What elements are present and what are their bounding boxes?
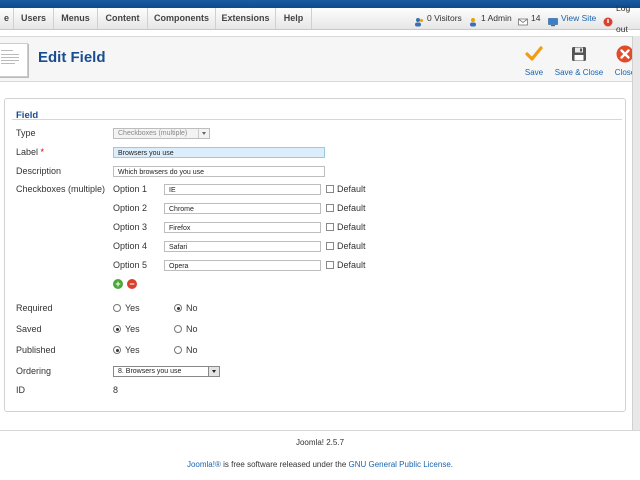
menu-item-users[interactable]: Users: [14, 8, 54, 29]
option-1-default-label: Default: [337, 184, 366, 194]
option-4-default-checkbox[interactable]: [326, 242, 334, 250]
logout-link[interactable]: Log out: [603, 3, 640, 34]
published-no-radio[interactable]: [174, 346, 182, 354]
type-select[interactable]: Checkboxes (multiple): [113, 128, 210, 139]
minus-icon: −: [129, 279, 135, 289]
option-3-input[interactable]: Firefox: [164, 222, 321, 233]
footer-version: Joomla! 2.5.7: [295, 438, 345, 447]
admin-icon: [468, 14, 478, 26]
floppy-disk-icon: [570, 45, 588, 63]
option-5-default-label: Default: [337, 260, 366, 270]
save-label: Save: [524, 68, 544, 77]
saved-label: Saved: [16, 324, 42, 334]
page-toolbar: Edit Field Save Save & Close Close: [0, 36, 640, 82]
page-title: Edit Field: [38, 49, 106, 66]
option-5-label: Option 5: [113, 260, 148, 270]
option-2-default-label: Default: [337, 203, 366, 213]
top-stripe: [0, 0, 640, 8]
type-label: Type: [16, 128, 36, 138]
published-yes-radio[interactable]: [113, 346, 121, 354]
option-3-label: Option 3: [113, 222, 148, 232]
messages-status[interactable]: 14: [518, 8, 540, 29]
remove-option-button[interactable]: −: [127, 279, 137, 289]
menu-item-site[interactable]: e: [0, 8, 14, 29]
footer-license: Joomla!® is free software released under…: [0, 460, 640, 469]
option-2-label: Option 2: [113, 203, 148, 213]
checkmark-icon: [525, 45, 543, 63]
chevron-down-icon: [198, 129, 209, 138]
menu-item-menus[interactable]: Menus: [54, 8, 98, 29]
id-label: ID: [16, 385, 25, 395]
monitor-icon: [548, 14, 558, 26]
ordering-select-value: 8. Browsers you use: [118, 368, 182, 375]
mail-icon: [518, 14, 528, 25]
saved-yes-label: Yes: [125, 324, 140, 334]
save-close-button[interactable]: Save & Close: [554, 41, 604, 81]
option-3-default-label: Default: [337, 222, 366, 232]
ordering-select[interactable]: 8. Browsers you use: [113, 366, 220, 377]
description-label: Description: [16, 166, 62, 176]
messages-count: 14: [531, 13, 541, 23]
visitors-count: 0 Visitors: [427, 13, 462, 23]
legend-divider: [12, 119, 622, 120]
vertical-scrollbar[interactable]: [632, 36, 640, 430]
option-4-input[interactable]: Safari: [164, 241, 321, 252]
required-yes-label: Yes: [125, 303, 140, 313]
id-value: 8: [113, 385, 119, 395]
plus-icon: +: [115, 279, 121, 289]
option-3-default-checkbox[interactable]: [326, 223, 334, 231]
joomla-link[interactable]: Joomla!®: [187, 460, 221, 469]
option-2-input[interactable]: Chrome: [164, 203, 321, 214]
required-label: Required: [16, 303, 53, 313]
visitors-status: 0 Visitors: [414, 8, 462, 29]
option-1-label: Option 1: [113, 184, 148, 194]
logout-label: Log out: [616, 2, 631, 34]
published-yes-label: Yes: [125, 345, 140, 355]
required-yes-radio[interactable]: [113, 304, 121, 312]
save-button[interactable]: Save: [520, 41, 548, 81]
page-header-icon: [0, 43, 28, 77]
option-5-default-checkbox[interactable]: [326, 261, 334, 269]
admins-count: 1 Admin: [481, 13, 512, 23]
license-text: is free software released under the: [220, 460, 349, 469]
published-no-label: No: [186, 345, 198, 355]
option-5-input[interactable]: Opera: [164, 260, 321, 271]
admin-menu-bar: e Users Menus Content Components Extensi…: [0, 3, 640, 34]
ordering-label: Ordering: [16, 366, 52, 376]
required-no-label: No: [186, 303, 198, 313]
label-label: Label *: [16, 147, 44, 157]
add-option-button[interactable]: +: [113, 279, 123, 289]
description-input[interactable]: Which browsers do you use: [113, 166, 325, 177]
view-site-link[interactable]: View Site: [548, 8, 596, 29]
menu-item-content[interactable]: Content: [98, 8, 148, 29]
admins-status: 1 Admin: [468, 8, 512, 29]
field-edit-panel: [4, 98, 626, 412]
saved-yes-radio[interactable]: [113, 325, 121, 333]
footer-divider: [0, 430, 640, 431]
menu-item-help[interactable]: Help: [276, 8, 312, 29]
label-input[interactable]: Browsers you use: [113, 147, 325, 158]
users-icon: [414, 14, 424, 26]
saved-no-radio[interactable]: [174, 325, 182, 333]
option-4-label: Option 4: [113, 241, 148, 251]
option-1-default-checkbox[interactable]: [326, 185, 334, 193]
chevron-down-icon: [208, 367, 219, 376]
menu-item-components[interactable]: Components: [148, 8, 216, 29]
type-select-value: Checkboxes (multiple): [118, 130, 188, 137]
menu-item-extensions[interactable]: Extensions: [216, 8, 276, 29]
required-star: *: [40, 147, 45, 157]
gpl-link[interactable]: GNU General Public License: [349, 460, 451, 469]
save-close-label: Save & Close: [554, 68, 604, 77]
option-2-default-checkbox[interactable]: [326, 204, 334, 212]
view-site-label: View Site: [561, 13, 597, 23]
options-label: Checkboxes (multiple): [16, 184, 106, 194]
option-4-default-label: Default: [337, 241, 366, 251]
label-label-text: Label: [16, 147, 39, 157]
saved-no-label: No: [186, 324, 198, 334]
license-end: .: [450, 460, 454, 469]
published-label: Published: [16, 345, 56, 355]
required-no-radio[interactable]: [174, 304, 182, 312]
logout-icon: [603, 14, 613, 26]
option-1-input[interactable]: IE: [164, 184, 321, 195]
